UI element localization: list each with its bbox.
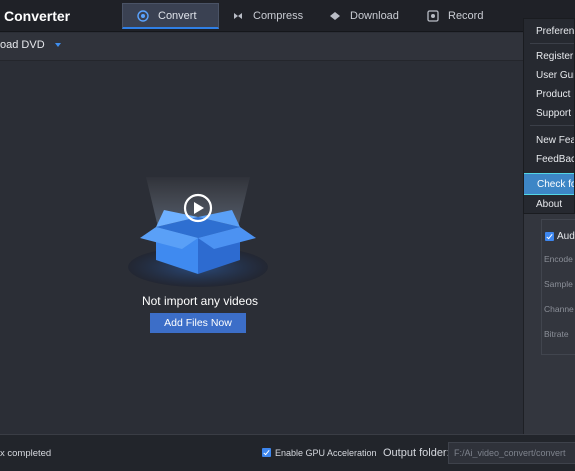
tab-label: Record bbox=[448, 10, 484, 22]
menu-item-support[interactable]: Support bbox=[524, 104, 574, 122]
tab-record[interactable]: Record bbox=[427, 3, 483, 29]
title-bar: Converter Convert Compress Download Reco… bbox=[0, 0, 575, 32]
menu-item-product[interactable]: Product I bbox=[524, 85, 574, 103]
gpu-acceleration-label[interactable]: Enable GPU Acceleration bbox=[275, 448, 377, 458]
output-folder-input[interactable] bbox=[448, 442, 575, 464]
menu-item-feedback[interactable]: FeedBac bbox=[524, 150, 574, 168]
toolbar: oad DVD bbox=[0, 33, 523, 61]
bitrate-label: Bitrate bbox=[544, 329, 569, 339]
audio-label: Audi bbox=[557, 231, 575, 242]
empty-state-message: Not import any videos bbox=[141, 294, 259, 308]
menu-divider bbox=[530, 125, 574, 126]
status-text: x completed bbox=[0, 448, 52, 459]
tab-label: Download bbox=[350, 10, 399, 22]
tab-label: Compress bbox=[253, 10, 304, 22]
menu-item-new-features[interactable]: New Feat bbox=[524, 131, 574, 149]
help-dropdown-menu: Preferenc Register User Gui Product I Su… bbox=[523, 18, 575, 214]
convert-icon bbox=[137, 9, 149, 22]
load-dvd-button[interactable]: oad DVD bbox=[0, 39, 45, 51]
menu-divider bbox=[530, 43, 574, 44]
gpu-acceleration-checkbox[interactable] bbox=[262, 448, 271, 457]
compress-icon bbox=[232, 10, 244, 22]
open-box-icon bbox=[128, 177, 268, 287]
app-title: Converter bbox=[4, 8, 71, 24]
encoder-label: Encode bbox=[544, 254, 573, 264]
app-window: Converter Convert Compress Download Reco… bbox=[0, 0, 575, 471]
menu-item-user-guide[interactable]: User Gui bbox=[524, 66, 574, 84]
output-folder-label: Output folder: bbox=[383, 447, 450, 459]
menu-item-register[interactable]: Register bbox=[524, 47, 574, 65]
status-bar: x completed Enable GPU Acceleration Outp… bbox=[0, 434, 575, 471]
record-icon bbox=[427, 10, 439, 22]
sample-rate-label: Sample bbox=[544, 279, 573, 289]
menu-item-about[interactable]: About bbox=[524, 195, 574, 213]
audio-checkbox[interactable] bbox=[545, 232, 554, 241]
menu-item-preferences[interactable]: Preferenc bbox=[524, 22, 574, 40]
download-icon bbox=[329, 10, 341, 22]
chevron-down-icon[interactable] bbox=[55, 43, 61, 47]
menu-item-check-for-updates[interactable]: Check fo bbox=[524, 173, 574, 195]
add-files-button[interactable]: Add Files Now bbox=[150, 313, 246, 333]
file-drop-area[interactable]: Not import any videos Add Files Now bbox=[0, 62, 523, 434]
tab-convert[interactable]: Convert bbox=[122, 3, 219, 29]
tab-compress[interactable]: Compress bbox=[232, 3, 303, 29]
tab-download[interactable]: Download bbox=[329, 3, 399, 29]
channel-label: Channe bbox=[544, 304, 574, 314]
tab-label: Convert bbox=[158, 9, 197, 22]
